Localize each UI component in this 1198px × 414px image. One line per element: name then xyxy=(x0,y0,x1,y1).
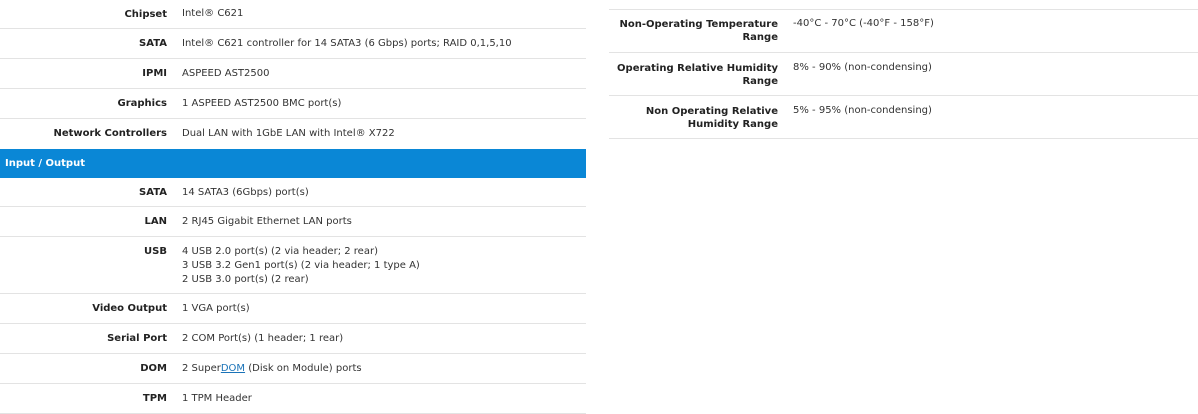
row-sata: SATA Intel® C621 controller for 14 SATA3… xyxy=(0,29,586,59)
row-non-op-temperature: Non-Operating Temperature Range -40°C - … xyxy=(609,10,1198,53)
dom-link[interactable]: DOM xyxy=(221,363,245,374)
row-io-video-output: Video Output 1 VGA port(s) xyxy=(0,294,586,324)
row-graphics: Graphics 1 ASPEED AST2500 BMC port(s) xyxy=(0,89,586,119)
dom-suffix: (Disk on Module) ports xyxy=(245,363,362,374)
row-label: Network Controllers xyxy=(53,128,167,139)
row-value: Dual LAN with 1GbE LAN with Intel® X722 xyxy=(182,128,395,139)
row-value: 2 RJ45 Gigabit Ethernet LAN ports xyxy=(182,216,352,227)
row-non-op-humidity: Non Operating Relative Humidity Range 5%… xyxy=(609,96,1198,139)
row-io-tpm: TPM 1 TPM Header xyxy=(0,384,586,414)
row-label: TPM xyxy=(142,393,167,404)
row-value: 5% - 95% (non-condensing) xyxy=(793,105,932,116)
row-label: Non Operating Relative Humidity Range xyxy=(645,106,778,130)
row-io-lan: LAN 2 RJ45 Gigabit Ethernet LAN ports xyxy=(0,207,586,237)
right-top-border xyxy=(609,0,1198,10)
row-io-serial-port: Serial Port 2 COM Port(s) (1 header; 1 r… xyxy=(0,324,586,354)
row-value: Intel® C621 controller for 14 SATA3 (6 G… xyxy=(182,38,512,49)
row-value: Intel® C621 xyxy=(182,8,244,19)
usb-line-2: 3 USB 3.2 Gen1 port(s) (2 via header; 1 … xyxy=(182,260,420,271)
row-label: Serial Port xyxy=(107,333,167,344)
row-value: 8% - 90% (non-condensing) xyxy=(793,62,932,73)
spec-table-left: Chipset Intel® C621 SATA Intel® C621 con… xyxy=(0,0,586,414)
row-value: 2 COM Port(s) (1 header; 1 rear) xyxy=(182,333,344,344)
spec-table-right: Non-Operating Temperature Range -40°C - … xyxy=(609,0,1198,139)
row-label: IPMI xyxy=(142,68,167,79)
row-label: LAN xyxy=(144,216,167,227)
row-io-sata: SATA 14 SATA3 (6Gbps) port(s) xyxy=(0,178,586,207)
row-value: 1 TPM Header xyxy=(182,393,252,404)
section-header-input-output: Input / Output xyxy=(0,149,586,178)
usb-line-3: 2 USB 3.0 port(s) (2 rear) xyxy=(182,274,309,285)
row-label: Non-Operating Temperature Range xyxy=(619,19,778,43)
row-value: ASPEED AST2500 xyxy=(182,68,270,79)
row-op-humidity: Operating Relative Humidity Range 8% - 9… xyxy=(609,53,1198,96)
row-network-controllers: Network Controllers Dual LAN with 1GbE L… xyxy=(0,119,586,149)
row-io-usb: USB 4 USB 2.0 port(s) (2 via header; 2 r… xyxy=(0,237,586,294)
row-chipset: Chipset Intel® C621 xyxy=(0,0,586,29)
row-label: USB xyxy=(144,246,167,257)
usb-line-1: 4 USB 2.0 port(s) (2 via header; 2 rear) xyxy=(182,246,378,257)
row-value: 4 USB 2.0 port(s) (2 via header; 2 rear)… xyxy=(167,237,420,293)
row-value: 1 VGA port(s) xyxy=(182,303,250,314)
row-label: Chipset xyxy=(124,9,167,20)
row-label: DOM xyxy=(140,363,167,374)
row-io-dom: DOM 2 SuperDOM (Disk on Module) ports xyxy=(0,354,586,384)
dom-prefix: 2 Super xyxy=(182,363,221,374)
row-value: 1 ASPEED AST2500 BMC port(s) xyxy=(182,98,342,109)
row-ipmi: IPMI ASPEED AST2500 xyxy=(0,59,586,89)
row-value: -40°C - 70°C (-40°F - 158°F) xyxy=(793,18,934,29)
row-value: 14 SATA3 (6Gbps) port(s) xyxy=(182,187,309,198)
row-label: Operating Relative Humidity Range xyxy=(617,63,778,87)
row-label: SATA xyxy=(139,38,167,49)
row-label: Video Output xyxy=(92,303,167,314)
row-value: 2 SuperDOM (Disk on Module) ports xyxy=(167,354,362,383)
row-label: Graphics xyxy=(117,98,167,109)
row-label: SATA xyxy=(139,187,167,198)
